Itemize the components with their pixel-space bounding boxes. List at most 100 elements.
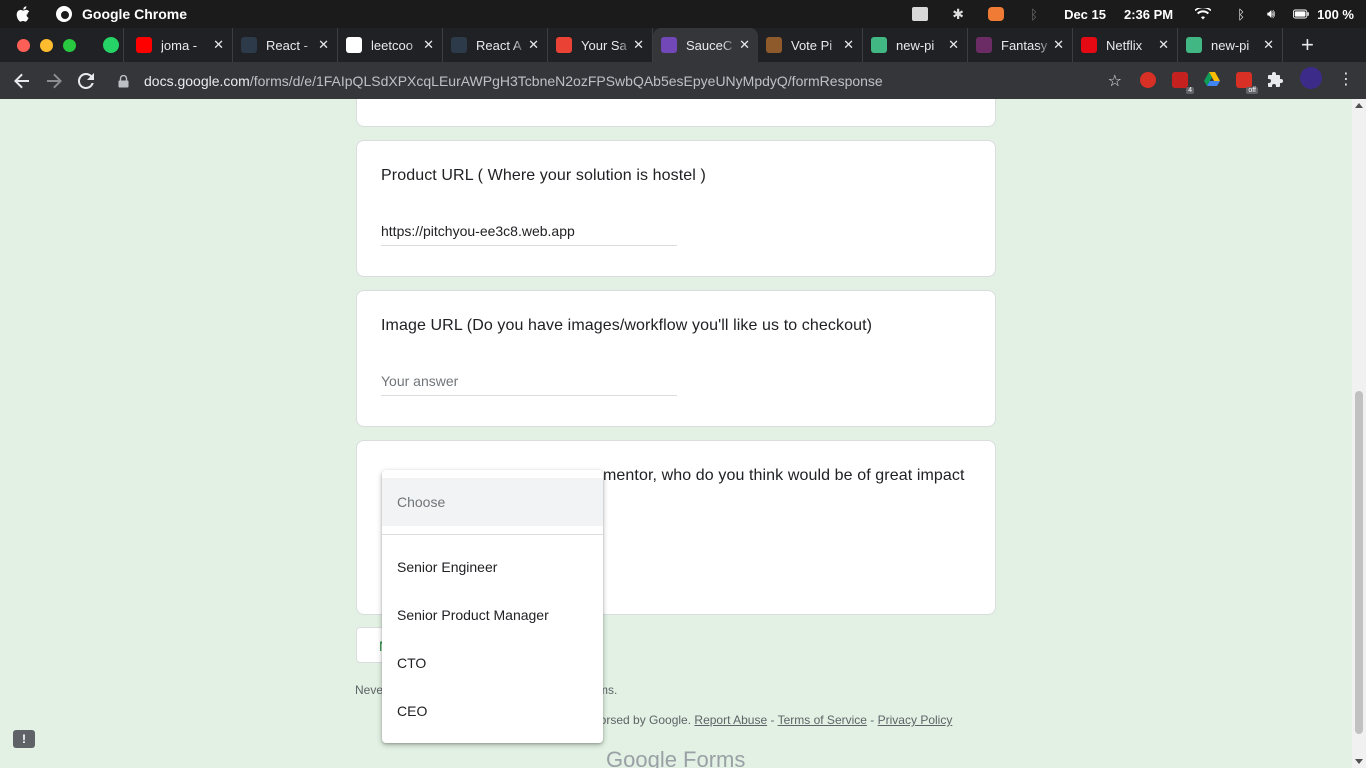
dropdown-option-senior-product-manager[interactable]: Senior Product Manager [382, 591, 603, 639]
lock-icon[interactable] [118, 74, 130, 87]
battery-icon[interactable] [1293, 7, 1309, 21]
tab-0[interactable]: joma - ✕ [128, 28, 233, 62]
tab-close-icon[interactable]: ✕ [213, 37, 224, 53]
netflix-icon [1081, 37, 1097, 53]
youtube-icon [136, 37, 152, 53]
tab-title: Your Sa [581, 37, 627, 53]
forward-button[interactable] [44, 71, 64, 91]
tab-9[interactable]: Netflix ✕ [1073, 28, 1178, 62]
back-button[interactable] [12, 71, 32, 91]
tab-title: React A [476, 37, 522, 53]
footer-endorse-text: lorsed by Google. [597, 713, 692, 727]
question-title-tail: mentor, who do you think would be of gre… [603, 467, 965, 484]
menubar-time[interactable]: 2:36 PM [1124, 7, 1173, 22]
tab-title: Fantasy [1001, 37, 1048, 53]
dropdown-option-ceo[interactable]: CEO [382, 687, 603, 735]
gmail-icon [556, 37, 572, 53]
extension-off-icon[interactable]: off [1236, 71, 1258, 94]
image-url-input[interactable]: Your answer [381, 373, 677, 396]
tab-close-icon[interactable]: ✕ [739, 37, 750, 53]
page-scrollbar[interactable] [1352, 99, 1366, 768]
tab-6[interactable]: Vote Pi ✕ [758, 28, 863, 62]
slack-icon[interactable]: ✱ [950, 6, 966, 22]
tab-title: Vote Pi [791, 37, 833, 53]
volume-icon[interactable]: 🔊︎ [1263, 6, 1279, 21]
react-icon [241, 37, 257, 53]
url-text[interactable]: docs.google.com/forms/d/e/1FAIpQLSdXPXcq… [144, 73, 883, 89]
tab-strip: joma - ✕ React - ✕ leetcoo ✕ React A ✕ Your Sa ✕ S… [0, 28, 1366, 62]
tab-title: new-pi [1211, 37, 1250, 53]
feedback-button[interactable]: ! [13, 730, 35, 748]
reload-button[interactable] [76, 71, 96, 91]
pinned-tab-whatsapp[interactable] [98, 28, 124, 62]
tab-close-icon[interactable]: ✕ [528, 37, 539, 53]
tab-4[interactable]: Your Sa ✕ [548, 28, 653, 62]
vue-icon [1186, 37, 1202, 53]
dropdown-option-senior-engineer[interactable]: Senior Engineer [382, 543, 603, 591]
address-bar[interactable]: docs.google.com/forms/d/e/1FAIpQLSdXPXcq… [110, 66, 1132, 95]
fantasy-icon [976, 37, 992, 53]
footer-separator: - [870, 713, 875, 727]
scrollbar-thumb[interactable] [1355, 391, 1363, 734]
wifi-icon[interactable] [1195, 7, 1212, 21]
dropdown-divider [382, 534, 603, 535]
tab-close-icon[interactable]: ✕ [1158, 37, 1169, 53]
active-app-name[interactable]: Google Chrome [82, 6, 187, 22]
mentor-role-dropdown[interactable]: Choose Senior Engineer Senior Product Ma… [382, 470, 603, 743]
extensions-area: 4 off ⋮ [1140, 67, 1354, 94]
tab-close-icon[interactable]: ✕ [843, 37, 854, 53]
extension-calendar-icon[interactable]: 4 [1172, 71, 1194, 94]
tab-3[interactable]: React A ✕ [443, 28, 548, 62]
extension-badge-off: off [1246, 86, 1258, 94]
browser-toolbar: docs.google.com/forms/d/e/1FAIpQLSdXPXcq… [0, 62, 1366, 99]
dropdown-option-cto[interactable]: CTO [382, 639, 603, 687]
google-drive-icon[interactable] [1204, 71, 1220, 88]
tab-title: SauceC [686, 37, 733, 53]
bookmark-star-icon[interactable]: ☆ [1108, 71, 1122, 91]
scroll-up-arrow[interactable] [1355, 103, 1363, 108]
bluetooth-icon[interactable]: ᛒ [1233, 7, 1249, 22]
product-url-input[interactable]: https://pitchyou-ee3c8.web.app [381, 223, 677, 246]
tab-close-icon[interactable]: ✕ [1053, 37, 1064, 53]
tab-title: new-pi [896, 37, 935, 53]
tab-title: React - [266, 37, 308, 53]
extension-m-icon[interactable] [1140, 71, 1156, 88]
chrome-menu-icon[interactable]: ⋮ [1338, 71, 1354, 88]
minimize-window-button[interactable] [40, 38, 53, 52]
tab-2[interactable]: leetcoo ✕ [338, 28, 443, 62]
tab-7[interactable]: new-pi ✕ [863, 28, 968, 62]
terms-of-service-link[interactable]: Terms of Service [778, 713, 867, 727]
menubar-date[interactable]: Dec 15 [1064, 7, 1106, 22]
close-window-button[interactable] [17, 38, 30, 52]
battery-percent: 100 % [1317, 6, 1354, 22]
tab-1[interactable]: React - ✕ [233, 28, 338, 62]
url-path: /forms/d/e/1FAIpQLSdXPXcqLEurAWPgH3Tcbne… [249, 72, 883, 89]
display-mirror-icon[interactable] [912, 7, 929, 21]
profile-avatar[interactable] [1300, 67, 1322, 89]
tab-close-icon[interactable]: ✕ [423, 37, 434, 53]
privacy-policy-link[interactable]: Privacy Policy [878, 713, 953, 727]
tab-close-icon[interactable]: ✕ [1263, 37, 1274, 53]
product-url-card: Product URL ( Where your solution is hos… [356, 140, 996, 277]
tab-close-icon[interactable]: ✕ [948, 37, 959, 53]
extensions-puzzle-icon[interactable] [1268, 71, 1284, 88]
question-title: Product URL ( Where your solution is hos… [381, 167, 706, 184]
tab-close-icon[interactable]: ✕ [318, 37, 329, 53]
tab-10[interactable]: new-pi ✕ [1178, 28, 1283, 62]
tab-5[interactable]: SauceC ✕ [653, 28, 758, 62]
app-status-icon[interactable] [988, 7, 1005, 21]
zoom-window-button[interactable] [63, 38, 76, 52]
question-title: Image URL (Do you have images/workflow y… [381, 317, 873, 334]
tab-close-icon[interactable]: ✕ [633, 37, 644, 53]
question-title-partial: mentor, who do you think would be of gre… [603, 467, 965, 485]
url-host: docs.google.com [144, 72, 250, 89]
dropdown-option-choose[interactable]: Choose [382, 478, 603, 526]
google-forms-logo: Google Forms [606, 747, 746, 768]
report-abuse-link[interactable]: Report Abuse [694, 713, 767, 727]
tab-8[interactable]: Fantasy ✕ [968, 28, 1073, 62]
apple-icon[interactable] [16, 6, 30, 22]
footer-warning-start: Neve [355, 683, 384, 697]
scroll-down-arrow[interactable] [1355, 759, 1363, 764]
bluetooth-dim-icon[interactable]: ᛒ [1026, 7, 1042, 22]
new-tab-button[interactable]: + [1301, 34, 1314, 56]
